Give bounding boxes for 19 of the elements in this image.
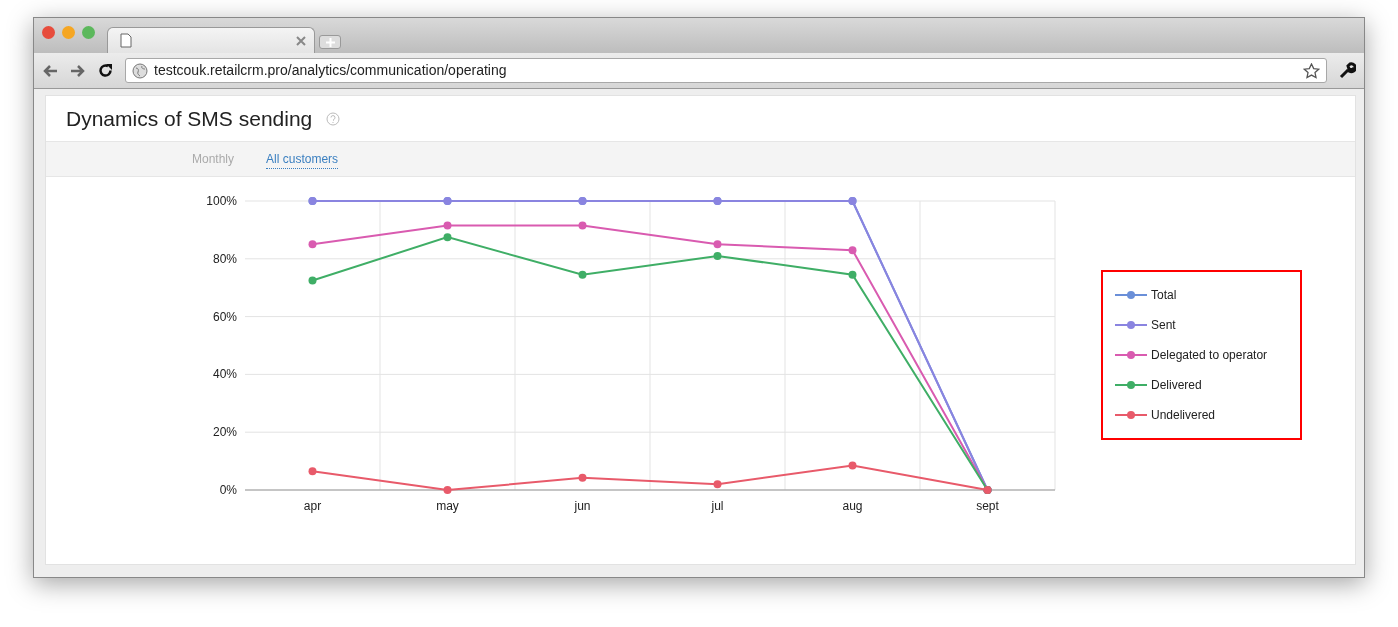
legend-label: Total [1151, 287, 1177, 304]
x-tick-label: jul [711, 499, 724, 513]
y-tick-label: 80% [212, 251, 237, 266]
legend-label: Sent [1151, 317, 1176, 334]
legend-label: Delivered [1151, 377, 1202, 394]
x-tick-label: may [436, 499, 459, 513]
y-tick-label: 100% [206, 194, 237, 208]
y-tick-label: 40% [212, 367, 237, 382]
y-tick-label: 60% [212, 309, 237, 324]
url-text: testcouk.retailcrm.pro/analytics/communication/operating [154, 61, 507, 80]
report-title: Dynamics of SMS sending [66, 105, 313, 132]
x-tick-label: jun [574, 499, 591, 513]
y-tick-label: 0% [219, 483, 237, 497]
x-tick-label: aug [842, 499, 863, 513]
legend-label: Undelivered [1151, 407, 1216, 424]
x-tick-label: sept [976, 499, 999, 513]
y-tick-label: 20% [212, 425, 237, 440]
x-tick-label: apr [303, 499, 322, 513]
legend-label: Delegated to operator [1151, 347, 1268, 364]
